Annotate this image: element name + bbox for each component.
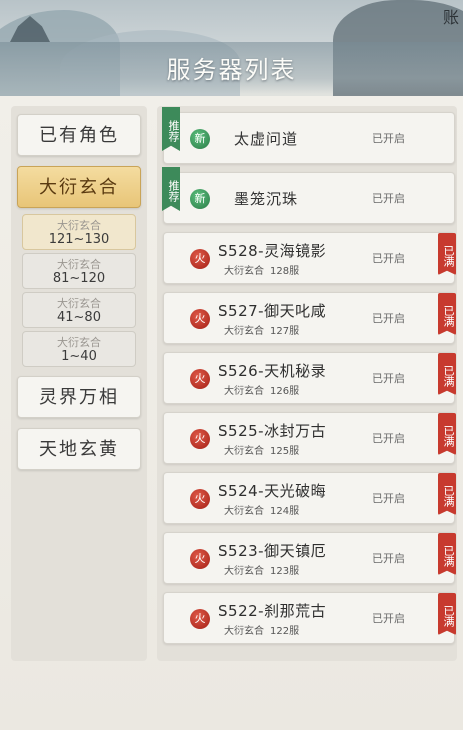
page-title: 服务器列表 xyxy=(166,56,297,84)
server-sub: 大衍玄合 128服 xyxy=(224,262,299,277)
range-label: 1~40 xyxy=(61,349,97,364)
server-group: 大衍玄合 xyxy=(224,446,264,457)
server-number: 124服 xyxy=(270,506,300,517)
server-name: S526-天机秘录 xyxy=(218,362,327,380)
hot-status-icon: 火 xyxy=(190,369,210,389)
hot-status-icon: 火 xyxy=(190,489,210,509)
server-name: S522-刹那荒古 xyxy=(218,602,327,620)
server-state: 已开启 xyxy=(372,552,405,565)
full-badge: 已满 xyxy=(438,293,456,335)
server-sub: 大衍玄合 126服 xyxy=(224,382,299,397)
full-badge: 已满 xyxy=(438,593,456,635)
server-list: 推荐 新 太虚问道 已开启 推荐 新 墨笼沉珠 已开启 火 S528-灵海镜影 … xyxy=(157,106,457,661)
server-row[interactable]: 火 S522-刹那荒古 大衍玄合 122服 已开启 已满 xyxy=(163,592,456,644)
server-group: 大衍玄合 xyxy=(224,386,264,397)
server-row[interactable]: 火 S528-灵海镜影 大衍玄合 128服 已开启 已满 xyxy=(163,232,456,284)
server-number: 128服 xyxy=(270,266,300,277)
server-number: 125服 xyxy=(270,446,300,457)
server-state: 已开启 xyxy=(372,492,405,505)
new-status-icon: 新 xyxy=(190,189,210,209)
server-row[interactable]: 推荐 新 太虚问道 已开启 xyxy=(162,107,455,164)
range-label: 41~80 xyxy=(57,310,101,325)
recommend-badge: 推荐 xyxy=(162,167,180,211)
server-state: 已开启 xyxy=(372,192,405,205)
server-panel: 已有角色 大衍玄合 大衍玄合 121~130 大衍玄合 81~120 大衍玄合 … xyxy=(0,96,463,730)
server-state: 已开启 xyxy=(372,612,405,625)
server-row[interactable]: 火 S525-冰封万古 大衍玄合 125服 已开启 已满 xyxy=(163,412,456,464)
range-41-80[interactable]: 大衍玄合 41~80 xyxy=(22,292,136,328)
full-badge: 已满 xyxy=(438,233,456,275)
server-name: 太虚问道 xyxy=(234,130,299,148)
new-status-icon: 新 xyxy=(190,129,210,149)
server-sub: 大衍玄合 127服 xyxy=(224,322,299,337)
server-sub: 大衍玄合 123服 xyxy=(224,562,299,577)
server-sub: 大衍玄合 122服 xyxy=(224,622,299,637)
server-number: 122服 xyxy=(270,626,300,637)
server-sub: 大衍玄合 124服 xyxy=(224,502,299,517)
server-name: S528-灵海镜影 xyxy=(218,242,327,260)
hot-status-icon: 火 xyxy=(190,309,210,329)
server-name: S524-天光破晦 xyxy=(218,482,327,500)
hot-status-icon: 火 xyxy=(190,609,210,629)
full-badge: 已满 xyxy=(438,533,456,575)
range-label: 81~120 xyxy=(52,271,106,286)
category-owned-roles[interactable]: 已有角色 xyxy=(17,114,141,156)
server-state: 已开启 xyxy=(372,312,405,325)
recommend-badge: 推荐 xyxy=(162,107,180,151)
server-row[interactable]: 火 S523-御天镇厄 大衍玄合 123服 已开启 已满 xyxy=(163,532,456,584)
category-lingjie-wanxiang[interactable]: 灵界万相 xyxy=(17,376,141,418)
hot-status-icon: 火 xyxy=(190,249,210,269)
range-group-label: 大衍玄合 xyxy=(57,219,101,232)
server-name: S525-冰封万古 xyxy=(218,422,327,440)
server-group: 大衍玄合 xyxy=(224,626,264,637)
category-tiandi-xuanhuang[interactable]: 天地玄黄 xyxy=(17,428,141,470)
server-name: S523-御天镇厄 xyxy=(218,542,327,560)
category-dayan-xuanhe[interactable]: 大衍玄合 xyxy=(17,166,141,208)
server-row[interactable]: 火 S526-天机秘录 大衍玄合 126服 已开启 已满 xyxy=(163,352,456,404)
range-1-40[interactable]: 大衍玄合 1~40 xyxy=(22,331,136,367)
server-state: 已开启 xyxy=(372,432,405,445)
server-group: 大衍玄合 xyxy=(224,326,264,337)
server-sub: 大衍玄合 125服 xyxy=(224,442,299,457)
server-state: 已开启 xyxy=(372,132,405,145)
server-name: S527-御天叱咸 xyxy=(218,302,327,320)
server-number: 127服 xyxy=(270,326,300,337)
range-label: 121~130 xyxy=(48,232,110,247)
hot-status-icon: 火 xyxy=(190,429,210,449)
hot-status-icon: 火 xyxy=(190,549,210,569)
server-row[interactable]: 推荐 新 墨笼沉珠 已开启 xyxy=(162,167,455,224)
server-state: 已开启 xyxy=(372,252,405,265)
full-badge: 已满 xyxy=(438,413,456,455)
range-group-label: 大衍玄合 xyxy=(57,258,101,271)
range-group-label: 大衍玄合 xyxy=(57,336,101,349)
account-button-label[interactable]: 账 xyxy=(443,4,459,28)
server-row[interactable]: 火 S524-天光破晦 大衍玄合 124服 已开启 已满 xyxy=(163,472,456,524)
server-state: 已开启 xyxy=(372,372,405,385)
server-number: 126服 xyxy=(270,386,300,397)
server-number: 123服 xyxy=(270,566,300,577)
range-81-120[interactable]: 大衍玄合 81~120 xyxy=(22,253,136,289)
range-group-label: 大衍玄合 xyxy=(57,297,101,310)
server-group: 大衍玄合 xyxy=(224,266,264,277)
full-badge: 已满 xyxy=(438,353,456,395)
full-badge: 已满 xyxy=(438,473,456,515)
category-sidebar: 已有角色 大衍玄合 大衍玄合 121~130 大衍玄合 81~120 大衍玄合 … xyxy=(11,106,147,661)
server-group: 大衍玄合 xyxy=(224,506,264,517)
server-name: 墨笼沉珠 xyxy=(234,190,299,208)
range-121-130[interactable]: 大衍玄合 121~130 xyxy=(22,214,136,250)
server-row[interactable]: 火 S527-御天叱咸 大衍玄合 127服 已开启 已满 xyxy=(163,292,456,344)
server-group: 大衍玄合 xyxy=(224,566,264,577)
